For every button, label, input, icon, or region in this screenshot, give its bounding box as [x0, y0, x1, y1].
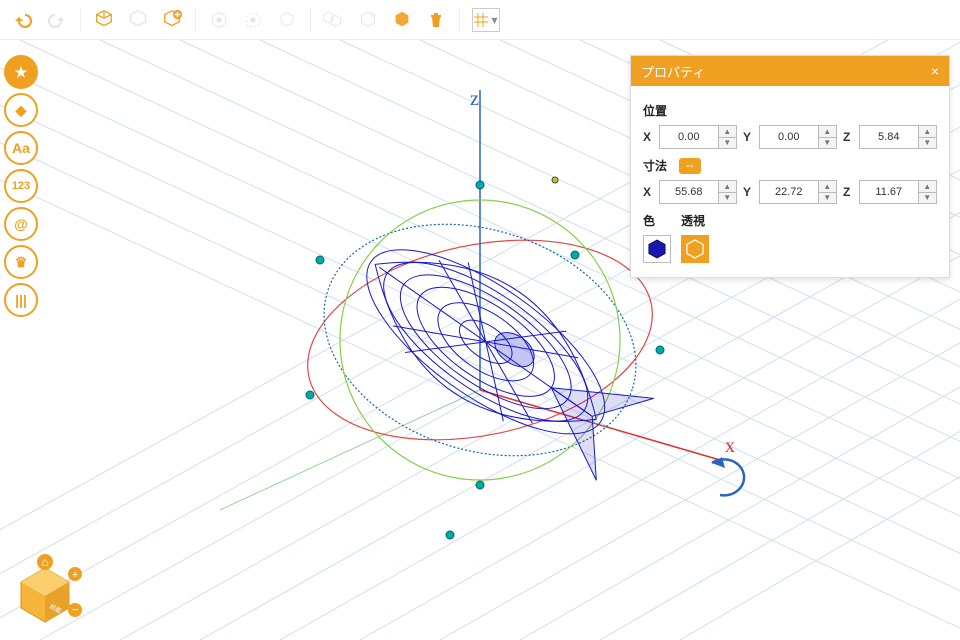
separator [310, 8, 311, 32]
redo-button[interactable] [42, 5, 72, 35]
separator [459, 8, 460, 32]
panel-close-button[interactable]: × [931, 63, 939, 79]
stepper-up-icon[interactable]: ▲ [819, 126, 836, 138]
stepper-up-icon[interactable]: ▲ [919, 181, 936, 193]
tool-drop[interactable]: ◆ [4, 93, 38, 127]
separator [195, 8, 196, 32]
tool-star[interactable]: ★ [4, 55, 38, 89]
stepper-down-icon[interactable]: ▼ [819, 138, 836, 149]
dimensions-row: X ▲▼ Y ▲▼ Z ▲▼ [643, 180, 937, 204]
dim-y-input[interactable] [760, 181, 818, 203]
panel-title: プロパティ [641, 62, 705, 81]
section-color-label: 色 透視 [643, 212, 937, 229]
axis-label-x: x [725, 435, 735, 458]
select-all-button[interactable] [238, 5, 268, 35]
group-button[interactable] [319, 5, 349, 35]
dim-z-input[interactable] [860, 181, 918, 203]
tool-at[interactable]: @ [4, 207, 38, 241]
top-toolbar: ▾ [0, 0, 960, 40]
add-primitive-button[interactable] [89, 5, 119, 35]
stepper-down-icon[interactable]: ▼ [919, 138, 936, 149]
stepper-down-icon[interactable]: ▼ [719, 138, 736, 149]
dim-y-field[interactable]: ▲▼ [759, 180, 837, 204]
panel-header[interactable]: プロパティ × [631, 56, 949, 86]
viewmode-label: 透視 [681, 212, 705, 229]
solid-cube-button[interactable] [387, 5, 417, 35]
home-icon[interactable]: ⌂ [41, 555, 48, 569]
stepper-up-icon[interactable]: ▲ [919, 126, 936, 138]
tool-crown[interactable]: ♛ [4, 245, 38, 279]
stepper-up-icon[interactable]: ▲ [719, 126, 736, 138]
grid-snap-dropdown[interactable]: ▾ [472, 8, 500, 32]
pos-x-label: X [643, 130, 653, 144]
undo-button[interactable] [8, 5, 38, 35]
dim-z-label: Z [843, 185, 853, 199]
select-button[interactable] [204, 5, 234, 35]
dim-x-input[interactable] [660, 181, 718, 203]
dim-label: 寸法 [643, 157, 667, 174]
add-primitive-plus-button[interactable] [157, 5, 187, 35]
section-position-label: 位置 [643, 102, 937, 119]
stepper-down-icon[interactable]: ▼ [719, 193, 736, 204]
delete-button[interactable] [421, 5, 451, 35]
dim-x-label: X [643, 185, 653, 199]
pos-z-input[interactable] [860, 126, 918, 148]
pos-y-field[interactable]: ▲▼ [759, 125, 837, 149]
add-primitive-2-button[interactable] [123, 5, 153, 35]
pos-x-field[interactable]: ▲▼ [659, 125, 737, 149]
dim-x-field[interactable]: ▲▼ [659, 180, 737, 204]
tool-tools[interactable]: ||| [4, 283, 38, 317]
separator [80, 8, 81, 32]
stepper-down-icon[interactable]: ▼ [819, 193, 836, 204]
pos-y-label: Y [743, 130, 753, 144]
pos-z-field[interactable]: ▲▼ [859, 125, 937, 149]
outline-cube-button[interactable] [272, 5, 302, 35]
section-dimensions-label: 寸法 ⇔ [643, 157, 937, 174]
boolean-button[interactable] [353, 5, 383, 35]
properties-panel[interactable]: プロパティ × 位置 X ▲▼ Y ▲▼ Z ▲▼ 寸法 ⇔ X ▲▼ Y ▲▼… [630, 55, 950, 278]
pos-z-label: Z [843, 130, 853, 144]
stepper-up-icon[interactable]: ▲ [719, 181, 736, 193]
axis-label-z: z [470, 88, 479, 111]
tool-text[interactable]: Aa [4, 131, 38, 165]
left-toolbar: ★ ◆ Aa 123 @ ♛ ||| [4, 55, 38, 317]
view-cube[interactable]: 前面 ⌂ + − [5, 552, 85, 635]
viewmode-wire-button[interactable] [681, 235, 709, 263]
zoom-in-icon[interactable]: + [72, 569, 78, 581]
tool-numbers[interactable]: 123 [4, 169, 38, 203]
dim-z-field[interactable]: ▲▼ [859, 180, 937, 204]
pos-x-input[interactable] [660, 126, 718, 148]
link-dimensions-toggle[interactable]: ⇔ [679, 158, 701, 174]
chevron-down-icon: ▾ [491, 13, 497, 27]
color-label: 色 [643, 212, 655, 229]
stepper-down-icon[interactable]: ▼ [919, 193, 936, 204]
position-row: X ▲▼ Y ▲▼ Z ▲▼ [643, 125, 937, 149]
pos-y-input[interactable] [760, 126, 818, 148]
zoom-out-icon[interactable]: − [71, 602, 79, 617]
color-swatch[interactable] [643, 235, 671, 263]
dim-y-label: Y [743, 185, 753, 199]
stepper-up-icon[interactable]: ▲ [819, 181, 836, 193]
